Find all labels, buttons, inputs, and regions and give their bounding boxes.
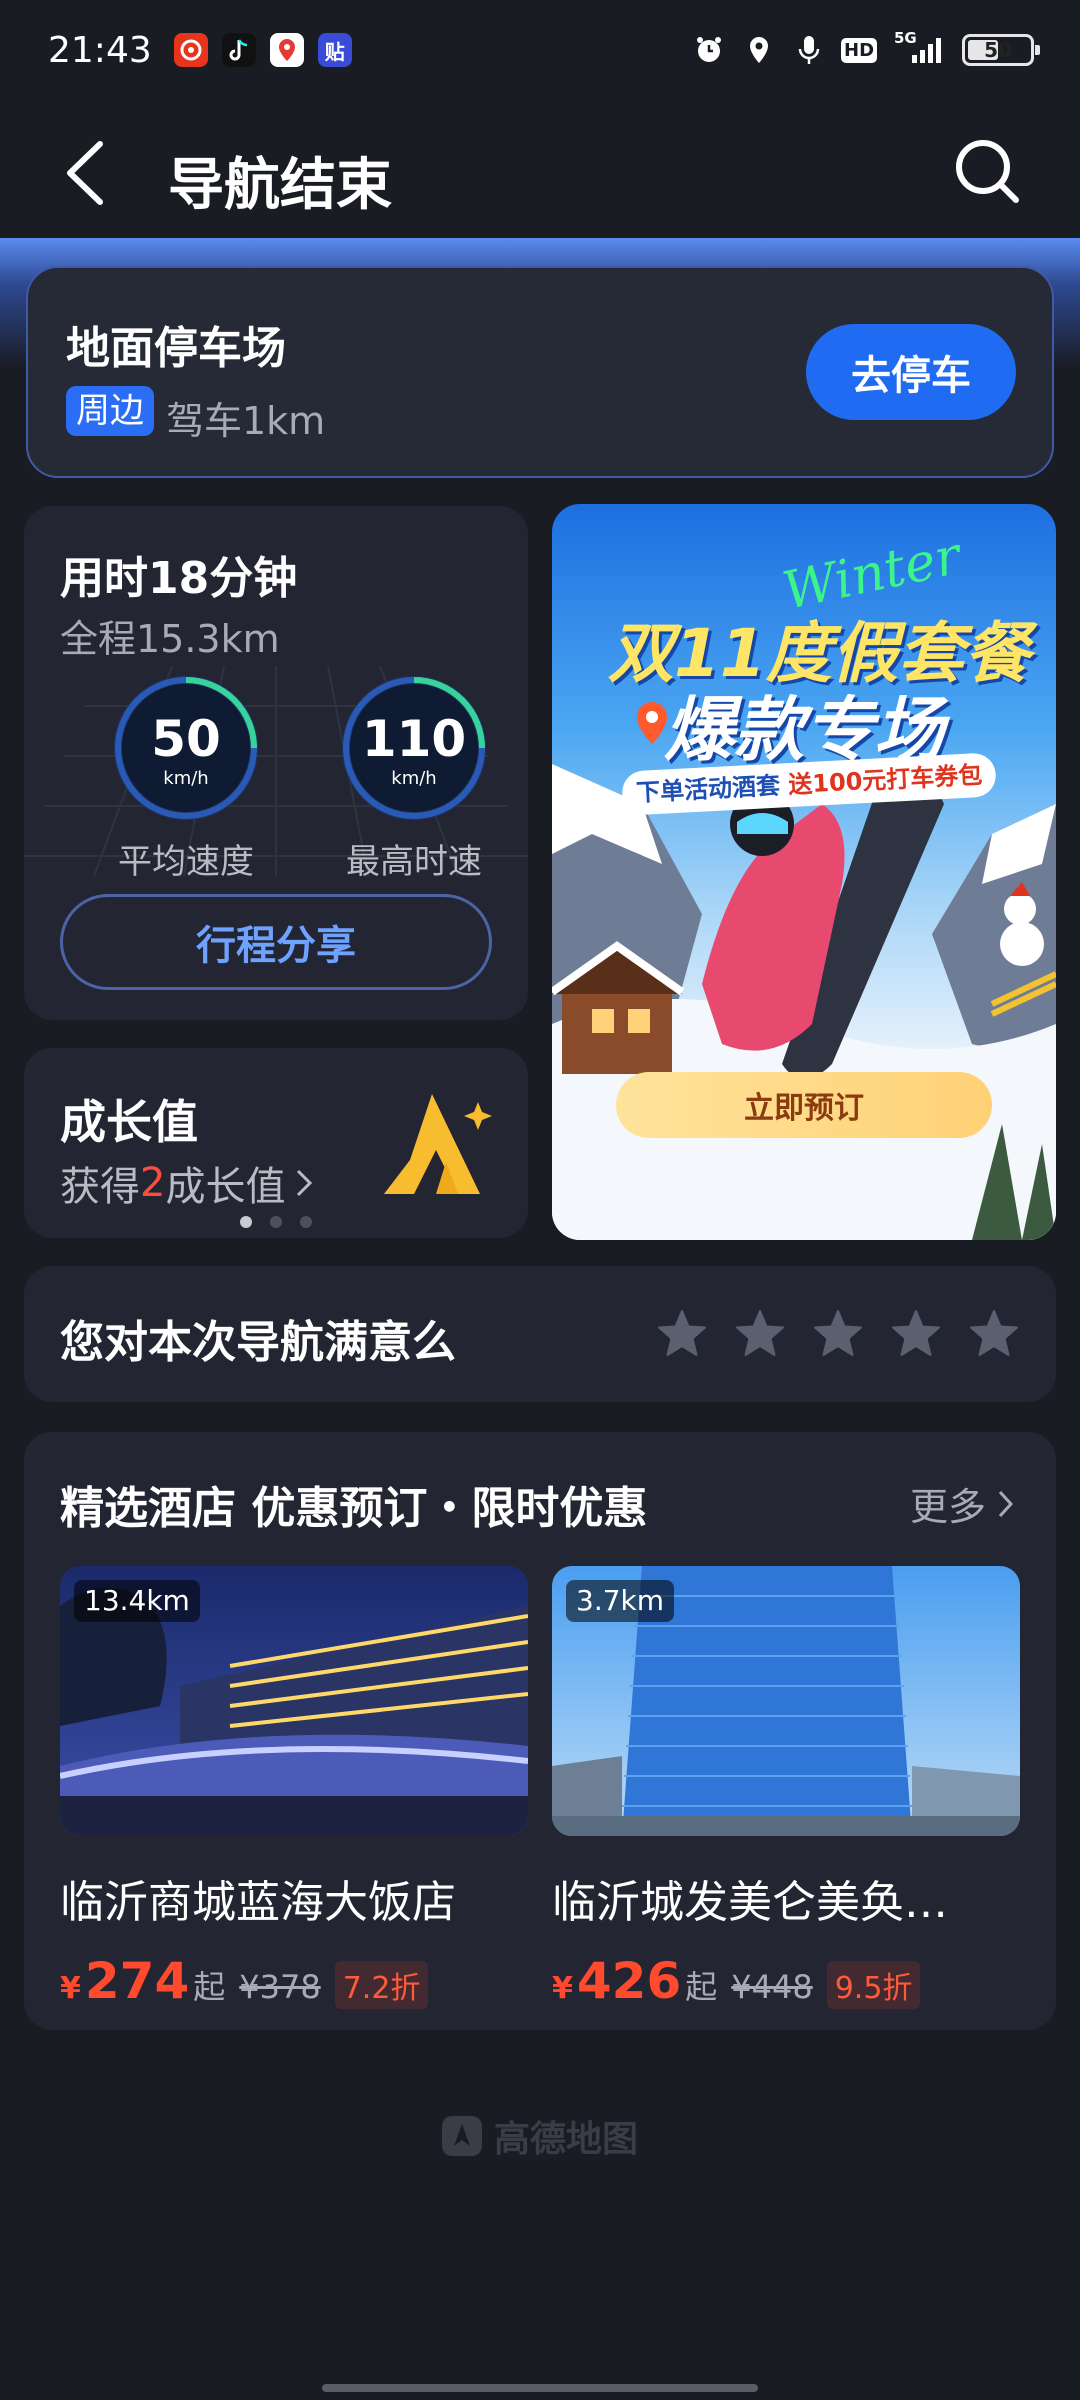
search-button[interactable] (952, 136, 1022, 206)
map-pin-app-icon (269, 33, 304, 67)
footer-brand: 高德地图 (494, 2119, 639, 2160)
original-price: ¥378 (239, 1968, 321, 2006)
max-speed-unit: km/h (391, 768, 437, 789)
trip-duration: 用时18分钟 (60, 553, 298, 604)
growth-subtitle[interactable]: 获得 2 成长值 (60, 1154, 315, 1212)
star-icon[interactable] (890, 1308, 942, 1360)
parking-title: 地面停车场 (66, 323, 286, 374)
chevron-right-icon (998, 1490, 1014, 1517)
hotels-title: 精选酒店 优惠预订・限时优惠 (60, 1483, 648, 1534)
price-value: 274 (84, 1952, 190, 2010)
alarm-icon (692, 33, 726, 67)
pager-dot (270, 1216, 282, 1228)
hotel-item[interactable]: 3.7km 临沂城发美仑美奂… ¥ 426 起 ¥448 9.5折 (552, 1566, 1020, 2010)
chevron-left-icon (67, 141, 103, 205)
hotel-distance-badge: 13.4km (74, 1580, 200, 1622)
promo-banner[interactable]: Winter 双11度假套餐 爆款专场 下单活动酒套 送100元打车券包 立即预… (552, 504, 1056, 1240)
parking-distance: 驾车1km (166, 399, 326, 443)
star-rating (656, 1308, 1020, 1360)
search-icon (956, 140, 1019, 203)
parking-card[interactable]: 地面停车场 周边 驾车1km 去停车 (26, 266, 1054, 478)
hotel-distance-badge: 3.7km (566, 1580, 675, 1622)
pager-dots (240, 1216, 312, 1228)
status-bar: 21:43 贴 HD 5G 50 (0, 0, 1080, 100)
growth-value: 2 (140, 1160, 166, 1206)
price-currency: ¥ (552, 1971, 573, 2006)
max-speed-gauge: 110 km/h (338, 672, 490, 824)
signal-5g-icon: 5G (892, 29, 946, 67)
original-price: ¥448 (731, 1968, 813, 2006)
status-app-icons: 贴 (173, 33, 352, 67)
status-system-icons: HD 5G 50 (692, 29, 1040, 67)
trip-distance: 全程15.3km (60, 617, 280, 661)
promo-subtitle-b: 送100元打车券包 (787, 760, 983, 800)
growth-suffix: 成长值 (165, 1164, 286, 1210)
hotel-item[interactable]: 13.4km 临沂商城蓝海大饭店 ¥ 274 起 ¥378 7.2折 (60, 1566, 528, 2010)
max-speed-label: 最高时速 (346, 842, 482, 882)
price-currency: ¥ (60, 1971, 81, 2006)
avg-speed-label: 平均速度 (118, 842, 254, 882)
parking-tag: 周边 (66, 386, 154, 436)
network-label: 5G (894, 29, 917, 47)
battery-level: 50 (984, 38, 1012, 62)
amap-logo-icon (442, 2116, 482, 2156)
star-icon[interactable] (734, 1308, 786, 1360)
growth-logo-icon (384, 1094, 492, 1194)
growth-prefix: 获得 (60, 1164, 140, 1210)
growth-card[interactable]: 成长值 获得 2 成长值 (24, 1048, 528, 1238)
trip-share-button[interactable]: 行程分享 (60, 894, 492, 990)
growth-title: 成长值 (60, 1095, 198, 1149)
discount-badge: 9.5折 (826, 1961, 921, 2009)
mic-icon (792, 33, 826, 67)
hd-icon: HD (841, 33, 878, 67)
avg-speed-value: 50 (151, 710, 221, 768)
hotel-name: 临沂商城蓝海大饭店 (60, 1877, 456, 1928)
netease-music-icon (173, 33, 208, 67)
battery-indicator: 50 (962, 34, 1040, 66)
max-speed-value: 110 (361, 710, 467, 768)
star-icon[interactable] (812, 1308, 864, 1360)
more-label: 更多 (909, 1485, 986, 1529)
discount-badge: 7.2折 (334, 1961, 429, 2009)
header-bar: 导航结束 (0, 100, 1080, 240)
hotel-name: 临沂城发美仑美奂… (552, 1877, 948, 1928)
go-parking-button[interactable]: 去停车 (806, 324, 1016, 420)
tie-app-icon-text: 贴 (324, 39, 345, 64)
hotel-photo: 13.4km (60, 1566, 528, 1836)
hotel-price-row: ¥ 426 起 ¥448 9.5折 (552, 1952, 1020, 2010)
location-icon (742, 33, 776, 67)
hd-label: HD (841, 37, 878, 63)
price-suffix: 起 (193, 1968, 226, 2006)
tiktok-icon (221, 33, 256, 67)
promo-subtitle-a: 下单活动酒套 (635, 771, 790, 808)
price-value: 426 (576, 1952, 682, 2010)
rating-card: 您对本次导航满意么 (24, 1266, 1056, 1402)
avg-speed-gauge: 50 km/h (110, 672, 262, 824)
price-suffix: 起 (685, 1968, 718, 2006)
amap-footer-logo: 高德地图 (440, 2110, 638, 2162)
star-icon[interactable] (968, 1308, 1020, 1360)
status-time: 21:43 (48, 29, 152, 71)
back-button[interactable] (58, 138, 118, 208)
book-now-button[interactable]: 立即预订 (616, 1072, 992, 1138)
chevron-right-icon (297, 1169, 313, 1197)
avg-speed-unit: km/h (163, 768, 209, 789)
home-indicator[interactable] (322, 2384, 758, 2392)
star-icon[interactable] (656, 1308, 708, 1360)
hotels-more-link[interactable]: 更多 (910, 1476, 1016, 1531)
tie-app-icon: 贴 (317, 33, 352, 67)
hotels-card: 精选酒店 优惠预订・限时优惠 更多 13.4km 临沂商城蓝海大饭店 ¥ 274… (24, 1432, 1056, 2030)
pager-dot-active (240, 1216, 252, 1228)
pager-dot (300, 1216, 312, 1228)
rating-question: 您对本次导航满意么 (60, 1317, 456, 1368)
hotel-photo: 3.7km (552, 1566, 1020, 1836)
page-title: 导航结束 (168, 153, 392, 218)
hotel-price-row: ¥ 274 起 ¥378 7.2折 (60, 1952, 528, 2010)
trip-summary-card: 用时18分钟 全程15.3km 50 km/h 110 km/h 平均速度 最高… (24, 506, 528, 1020)
